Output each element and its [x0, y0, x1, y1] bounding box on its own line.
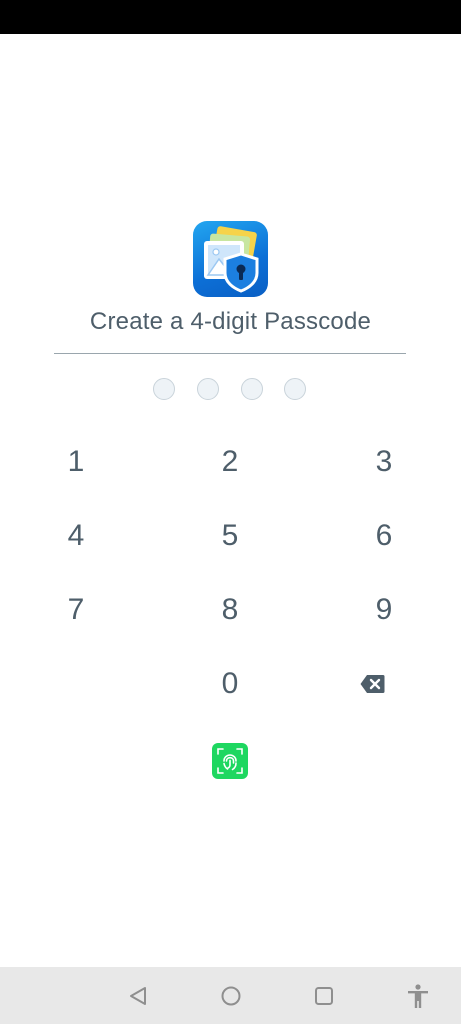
key-7[interactable]: 7 [31, 584, 121, 636]
key-0[interactable]: 0 [185, 658, 275, 710]
key-4[interactable]: 4 [31, 510, 121, 562]
key-5[interactable]: 5 [185, 510, 275, 562]
back-triangle-icon[interactable] [124, 981, 154, 1011]
recents-square-icon[interactable] [309, 981, 339, 1011]
passcode-dots [153, 378, 313, 404]
passcode-dot [241, 378, 263, 400]
photo-vault-shield-icon [193, 221, 268, 297]
backspace-icon[interactable] [348, 664, 396, 704]
accessibility-icon[interactable] [403, 981, 433, 1011]
passcode-dot [197, 378, 219, 400]
key-3[interactable]: 3 [339, 436, 429, 488]
title-divider [54, 353, 406, 354]
key-2[interactable]: 2 [185, 436, 275, 488]
key-8[interactable]: 8 [185, 584, 275, 636]
page-title: Create a 4-digit Passcode [89, 308, 372, 335]
home-circle-icon[interactable] [216, 981, 246, 1011]
status-bar [0, 0, 461, 34]
key-1[interactable]: 1 [31, 436, 121, 488]
fingerprint-icon[interactable] [212, 743, 248, 779]
key-6[interactable]: 6 [339, 510, 429, 562]
passcode-dot [284, 378, 306, 400]
passcode-dot [153, 378, 175, 400]
system-nav-bar [0, 967, 461, 1024]
key-9[interactable]: 9 [339, 584, 429, 636]
